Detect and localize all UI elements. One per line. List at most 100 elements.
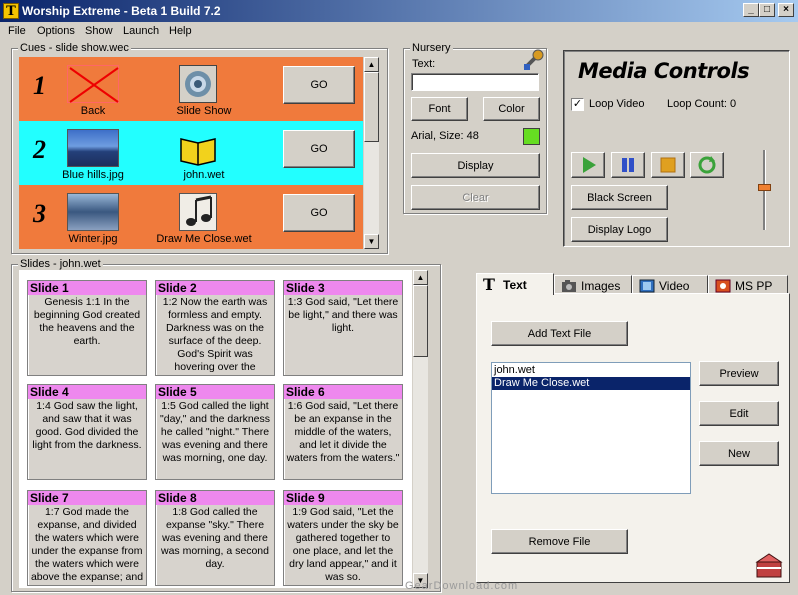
- tab-video[interactable]: Video: [632, 275, 708, 295]
- pause-button[interactable]: [611, 152, 645, 178]
- stop-icon: [660, 157, 676, 173]
- slides-scrollbar[interactable]: ▲ ▼: [412, 270, 428, 588]
- slide-title: Slide 2: [156, 281, 274, 295]
- nursery-text-label: Text:: [412, 58, 436, 70]
- preview-button[interactable]: Preview: [699, 361, 779, 386]
- volume-slider-handle[interactable]: [758, 184, 771, 191]
- menu-help[interactable]: Help: [169, 25, 192, 37]
- cue-number: 3: [33, 199, 46, 228]
- loop-button[interactable]: [690, 152, 724, 178]
- media-controls-title: Media Controls: [578, 59, 750, 83]
- color-button[interactable]: Color: [483, 97, 540, 121]
- cue-left-label: Blue hills.jpg: [62, 169, 124, 181]
- title-bar: T Worship Extreme - Beta 1 Build 7.2 _ □…: [0, 0, 798, 22]
- cue-row[interactable]: 1 Back Slide Show GO: [19, 57, 363, 121]
- slide-text: 1:8 God called the expanse "sky." There …: [161, 506, 269, 570]
- slide-card[interactable]: Slide 7 1:7 God made the expanse, and di…: [27, 490, 147, 586]
- remove-file-button[interactable]: Remove File: [491, 529, 628, 554]
- loop-video-checkbox[interactable]: ✓: [571, 98, 584, 111]
- slide-title: Slide 5: [156, 385, 274, 399]
- cue-number: 2: [33, 135, 46, 164]
- list-item[interactable]: john.wet: [492, 364, 690, 377]
- winter-thumbnail[interactable]: [67, 193, 119, 231]
- wrench-icon[interactable]: [522, 49, 546, 71]
- play-button[interactable]: [571, 152, 605, 178]
- music-thumbnail[interactable]: [179, 193, 217, 231]
- tab-label: Images: [581, 278, 621, 293]
- font-info: Arial, Size: 48: [411, 130, 479, 142]
- cue-right-label: Draw Me Close.wet: [156, 233, 252, 245]
- watermark-text: GearDownload.com: [405, 580, 519, 592]
- display-button[interactable]: Display: [411, 153, 540, 178]
- tab-images[interactable]: Images: [554, 275, 632, 295]
- projector-icon: [185, 71, 211, 97]
- slide-text: Genesis 1:1 In the beginning God created…: [33, 296, 141, 347]
- red-x-icon: [69, 67, 119, 103]
- slide-text: 1:9 God said, "Let the waters under the …: [287, 506, 399, 583]
- slide-card[interactable]: Slide 3 1:3 God said, "Let there be ligh…: [283, 280, 403, 376]
- text-file-list[interactable]: john.wet Draw Me Close.wet: [491, 362, 691, 494]
- cues-scrollbar[interactable]: ▲ ▼: [363, 57, 379, 249]
- nursery-label: Nursery: [410, 42, 453, 54]
- scroll-thumb[interactable]: [413, 285, 428, 357]
- black-screen-button[interactable]: Black Screen: [571, 185, 668, 210]
- cue-row[interactable]: 2 Blue hills.jpg john.wet GO: [19, 121, 363, 185]
- new-button[interactable]: New: [699, 441, 779, 466]
- scroll-up-arrow-icon[interactable]: ▲: [364, 57, 379, 72]
- slide-text: 1:3 God said, "Let there be light," and …: [287, 296, 399, 334]
- blue-hills-thumbnail[interactable]: [67, 129, 119, 167]
- font-button[interactable]: Font: [411, 97, 468, 121]
- scroll-up-arrow-icon[interactable]: ▲: [413, 270, 428, 285]
- music-note-icon: [186, 195, 212, 226]
- cues-label: Cues - slide show.wec: [18, 42, 131, 54]
- tab-text[interactable]: T Text: [476, 273, 554, 295]
- display-logo-button[interactable]: Display Logo: [571, 217, 668, 242]
- tab-label: Video: [659, 278, 690, 293]
- edit-button[interactable]: Edit: [699, 401, 779, 426]
- slide-title: Slide 4: [28, 385, 146, 399]
- scroll-thumb[interactable]: [364, 72, 379, 142]
- pause-icon: [622, 158, 634, 172]
- menu-show[interactable]: Show: [85, 25, 113, 37]
- cues-list: 1 Back Slide Show GO 2 Blue hills.jpg jo…: [19, 57, 363, 249]
- cue-row[interactable]: 3 Winter.jpg Draw Me Close.wet GO: [19, 185, 363, 249]
- go-button[interactable]: GO: [283, 194, 355, 232]
- list-item-selected[interactable]: Draw Me Close.wet: [492, 377, 690, 390]
- app-icon: T: [3, 3, 19, 19]
- slide-card[interactable]: Slide 2 1:2 Now the earth was formless a…: [155, 280, 275, 376]
- book-thumbnail[interactable]: [179, 129, 217, 167]
- slide-card[interactable]: Slide 8 1:8 God called the expanse "sky.…: [155, 490, 275, 586]
- slides-grid: Slide 1 Genesis 1:1 In the beginning God…: [19, 270, 412, 588]
- back-thumbnail[interactable]: [67, 65, 119, 103]
- powerpoint-icon: [715, 279, 731, 292]
- tab-ms-pp[interactable]: MS PP: [708, 275, 788, 295]
- menu-options[interactable]: Options: [37, 25, 75, 37]
- close-button[interactable]: ×: [778, 3, 794, 17]
- maximize-button[interactable]: □: [759, 3, 775, 17]
- slide-card[interactable]: Slide 4 1:4 God saw the light, and saw t…: [27, 384, 147, 480]
- play-icon: [583, 157, 596, 173]
- cue-right-label: Slide Show: [176, 105, 232, 117]
- slide-show-thumbnail[interactable]: [179, 65, 217, 103]
- film-icon: [639, 279, 655, 292]
- menu-file[interactable]: File: [8, 25, 26, 37]
- slide-card[interactable]: Slide 9 1:9 God said, "Let the waters un…: [283, 490, 403, 586]
- minimize-button[interactable]: _: [743, 3, 759, 17]
- add-text-file-button[interactable]: Add Text File: [491, 321, 628, 346]
- stop-button[interactable]: [651, 152, 685, 178]
- tab-label: MS PP: [735, 278, 773, 293]
- slide-title: Slide 6: [284, 385, 402, 399]
- slide-card[interactable]: Slide 5 1:5 God called the light "day," …: [155, 384, 275, 480]
- slide-text: 1:2 Now the earth was formless and empty…: [162, 296, 268, 373]
- slide-card[interactable]: Slide 1 Genesis 1:1 In the beginning God…: [27, 280, 147, 376]
- tab-label: Text: [503, 277, 527, 292]
- cue-left-label: Winter.jpg: [68, 233, 118, 245]
- slide-card[interactable]: Slide 6 1:6 God said, "Let there be an e…: [283, 384, 403, 480]
- go-button[interactable]: GO: [283, 130, 355, 168]
- toolbox-icon[interactable]: [754, 550, 784, 580]
- menu-launch[interactable]: Launch: [123, 25, 159, 37]
- scroll-down-arrow-icon[interactable]: ▼: [364, 234, 379, 249]
- clear-button[interactable]: Clear: [411, 185, 540, 210]
- nursery-text-input[interactable]: [411, 73, 539, 91]
- go-button[interactable]: GO: [283, 66, 355, 104]
